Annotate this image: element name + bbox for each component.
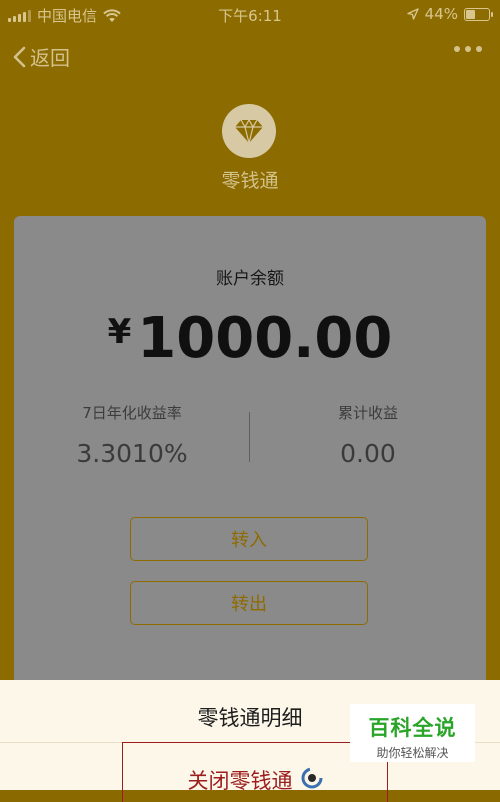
earnings-label: 累计收益 xyxy=(337,404,398,422)
back-label: 返回 xyxy=(30,46,70,70)
back-button[interactable]: 返回 xyxy=(12,42,70,71)
transfer-in-button[interactable]: 转入 xyxy=(130,517,368,561)
diamond-icon xyxy=(222,104,276,158)
balance-amount: ¥1000.00 xyxy=(14,306,486,371)
watermark-title: 百科全说 xyxy=(368,716,457,740)
battery-fill xyxy=(466,9,476,19)
status-bar: 中国电信 下午6:11 44% xyxy=(0,0,500,28)
yield-label: 7日年化收益率 xyxy=(82,404,182,422)
loading-icon xyxy=(301,767,322,789)
earnings-stat: 累计收益 0.00 xyxy=(250,402,486,468)
status-bar-right: 44% xyxy=(406,5,493,23)
earnings-value: 0.00 xyxy=(340,439,396,468)
yield-stat: 7日年化收益率 3.3010% xyxy=(14,402,250,468)
more-icon[interactable] xyxy=(454,46,482,52)
balance-value: 1000.00 xyxy=(137,306,393,371)
nav-bar: 返回 xyxy=(0,36,500,76)
battery-percent: 44% xyxy=(424,5,458,23)
yield-value: 3.3010% xyxy=(76,439,188,468)
chevron-left-icon xyxy=(13,46,26,67)
product-name: 零钱通 xyxy=(221,170,279,192)
close-wallet-button[interactable]: 关闭零钱通 xyxy=(122,742,388,802)
watermark-subtitle: 助你轻松解决 xyxy=(376,746,449,760)
watermark-badge: 百科全说 助你轻松解决 xyxy=(350,704,475,762)
account-card: 账户余额 ¥1000.00 7日年化收益率 3.3010% 累计收益 0.00 … xyxy=(14,216,486,686)
close-wallet-label: 关闭零钱通 xyxy=(187,769,293,793)
location-icon xyxy=(406,8,419,20)
battery-icon xyxy=(464,7,493,21)
balance-label: 账户余额 xyxy=(216,269,284,289)
transfer-out-button[interactable]: 转出 xyxy=(130,581,368,625)
currency-symbol: ¥ xyxy=(107,312,132,352)
